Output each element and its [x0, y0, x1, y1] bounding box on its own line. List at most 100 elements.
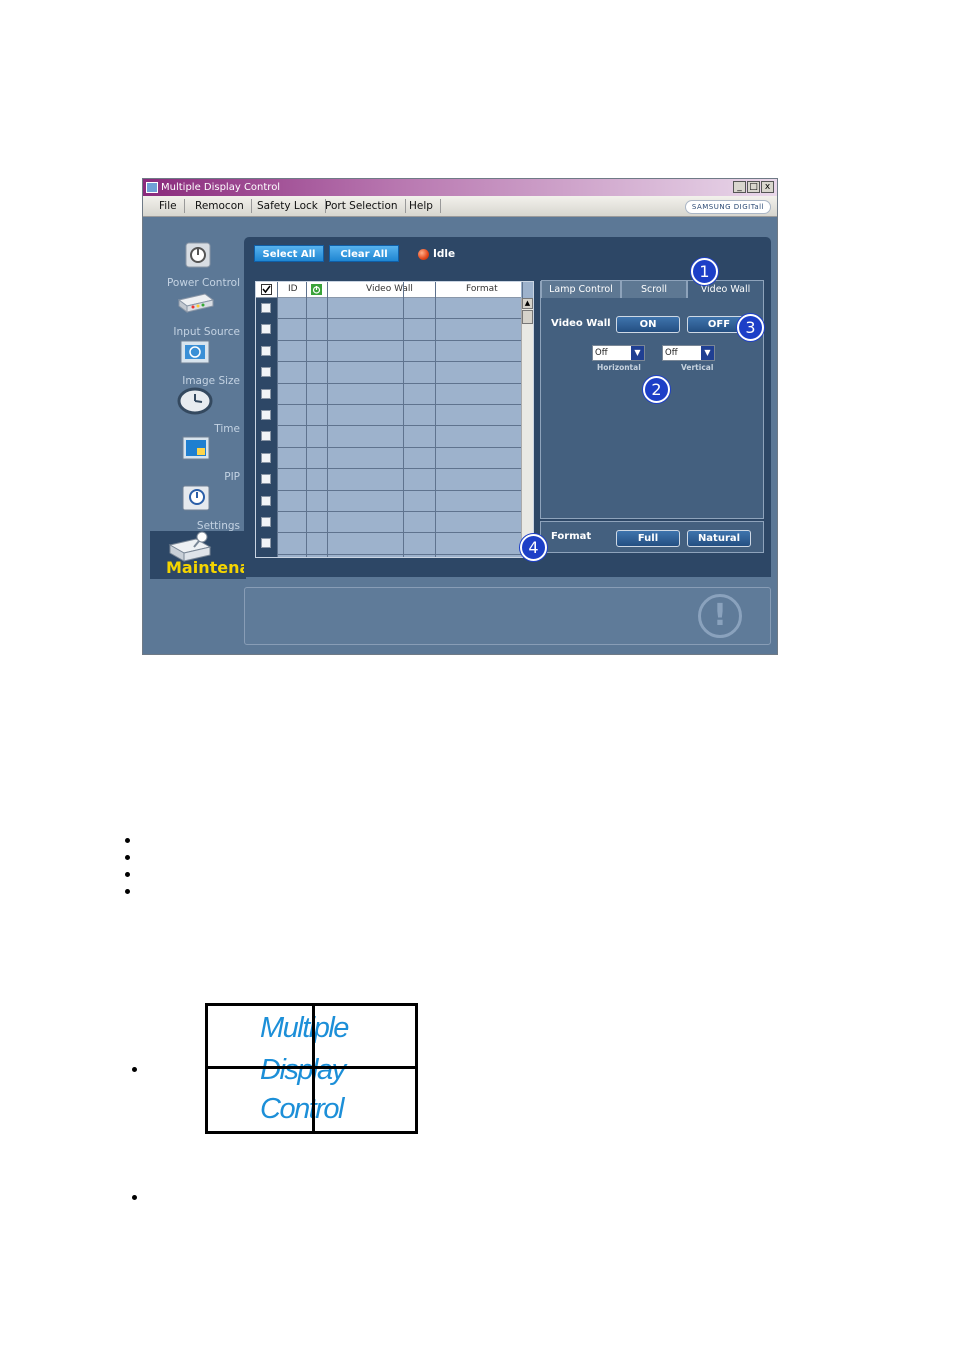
close-icon[interactable]: x — [761, 181, 774, 193]
row-checkbox[interactable] — [261, 388, 271, 399]
wall-text-line-2: Display — [260, 1054, 346, 1086]
table-row[interactable] — [256, 319, 521, 341]
column-header-format[interactable]: Format — [466, 284, 498, 294]
menu-port-selection[interactable]: Port Selection — [317, 199, 406, 213]
sidebar-item-time[interactable]: Time — [151, 387, 246, 437]
menu-safety-lock[interactable]: Safety Lock — [249, 199, 326, 213]
sidebar-item-maintenance[interactable]: Maintenance — [150, 531, 282, 579]
select-all-button[interactable]: Select All — [254, 245, 324, 262]
callout-4: 4 — [520, 534, 547, 561]
settings-icon — [182, 485, 210, 511]
table-row[interactable] — [256, 362, 521, 384]
horizontal-select[interactable]: Off ▼ — [592, 345, 645, 361]
table-row[interactable] — [256, 469, 521, 491]
table-scrollbar[interactable]: ▲ — [521, 298, 533, 557]
horizontal-label: Horizontal — [597, 363, 641, 372]
chevron-down-icon[interactable]: ▼ — [701, 346, 714, 360]
table-row[interactable] — [256, 384, 521, 405]
sidebar-item-label: Input Source — [173, 326, 240, 338]
table-row[interactable] — [256, 426, 521, 448]
maximize-icon[interactable]: □ — [747, 181, 760, 193]
sidebar-item-settings[interactable]: Settings — [151, 484, 246, 534]
sidebar-item-label: Time — [214, 423, 240, 435]
table-row[interactable] — [256, 298, 521, 320]
bullet-dot — [132, 1195, 137, 1200]
table-row[interactable] — [256, 448, 521, 470]
minimize-icon[interactable]: _ — [733, 181, 746, 193]
row-checkbox[interactable] — [261, 324, 271, 335]
row-checkbox[interactable] — [261, 452, 271, 463]
status-area: ! — [244, 587, 771, 645]
power-status-icon — [311, 284, 322, 295]
row-checkbox[interactable] — [261, 367, 271, 378]
status-led-icon — [418, 249, 429, 260]
info-exclamation-icon: ! — [698, 594, 742, 638]
tab-lamp-control[interactable]: Lamp Control — [541, 280, 621, 298]
clear-all-button[interactable]: Clear All — [329, 245, 399, 262]
clock-icon — [177, 387, 213, 415]
row-checkbox[interactable] — [261, 410, 271, 420]
app-icon — [146, 182, 158, 193]
samsung-logo: SAMSUNG DIGITall — [684, 200, 771, 214]
menu-help[interactable]: Help — [401, 199, 441, 213]
table-row[interactable] — [256, 533, 521, 555]
vertical-select[interactable]: Off ▼ — [662, 345, 715, 361]
wall-text-line-3: Control — [260, 1093, 345, 1125]
sidebar-item-power-control[interactable]: Power Control — [151, 241, 246, 291]
format-label: Format — [551, 531, 592, 542]
power-control-icon — [185, 242, 211, 268]
wall-text-line-1: Multiple — [260, 1012, 349, 1044]
image-size-icon — [180, 340, 210, 364]
scroll-thumb[interactable] — [522, 310, 533, 324]
video-wall-on-button[interactable]: ON — [616, 316, 680, 333]
row-checkbox[interactable] — [261, 495, 271, 506]
device-table: ID Video Wall Format ▲ — [255, 281, 534, 558]
tab-scroll[interactable]: Scroll — [621, 280, 687, 298]
callout-1: 1 — [691, 258, 718, 285]
row-checkbox[interactable] — [261, 345, 271, 356]
chevron-down-icon[interactable]: ▼ — [631, 346, 644, 360]
format-full-button[interactable]: Full — [616, 530, 680, 547]
callout-2: 2 — [643, 376, 670, 403]
window-title: Multiple Display Control — [161, 182, 281, 193]
menu-bar: File Remocon Safety Lock Port Selection … — [143, 196, 777, 217]
row-checkbox[interactable] — [261, 474, 271, 485]
table-header: ID Video Wall Format — [256, 282, 521, 298]
sidebar-item-label: Image Size — [182, 375, 240, 387]
vertical-select-value: Off — [665, 348, 678, 358]
title-bar: Multiple Display Control _ □ x — [143, 179, 777, 196]
video-wall-label: Video Wall — [551, 318, 611, 329]
vertical-label: Vertical — [681, 363, 714, 372]
sidebar-item-input-source[interactable]: Input Source — [151, 290, 246, 340]
bullet-dot — [125, 855, 130, 860]
row-checkbox[interactable] — [261, 538, 271, 549]
table-row[interactable] — [256, 341, 521, 363]
pip-icon — [182, 436, 210, 460]
main-panel: Select All Clear All Idle ID Video Wall … — [244, 237, 771, 577]
menu-remocon[interactable]: Remocon — [187, 199, 252, 213]
sidebar-item-image-size[interactable]: Image Size — [151, 339, 246, 389]
sidebar-item-label: PIP — [224, 471, 240, 483]
select-all-checkbox-icon[interactable] — [261, 284, 272, 295]
format-natural-button[interactable]: Natural — [687, 530, 751, 547]
window-controls: _ □ x — [733, 181, 774, 193]
table-row[interactable] — [256, 512, 521, 534]
mdc-window: Multiple Display Control _ □ x File Remo… — [142, 178, 778, 655]
sidebar-item-pip[interactable]: PIP — [151, 435, 246, 485]
scroll-up-icon[interactable]: ▲ — [522, 298, 533, 309]
row-checkbox[interactable] — [261, 303, 271, 313]
format-panel: Format Full Natural — [540, 521, 764, 553]
row-checkbox[interactable] — [261, 517, 271, 527]
bullet-dot — [125, 838, 130, 843]
column-header-video-wall[interactable]: Video Wall — [366, 284, 413, 294]
bullet-dot — [125, 889, 130, 894]
row-checkbox[interactable] — [261, 431, 271, 442]
table-row[interactable] — [256, 405, 521, 427]
input-source-icon — [177, 293, 215, 313]
column-header-id[interactable]: ID — [288, 284, 298, 294]
table-row[interactable] — [256, 491, 521, 512]
bullet-dot — [132, 1067, 137, 1072]
horizontal-select-value: Off — [595, 348, 608, 358]
sidebar-item-label: Power Control — [166, 277, 240, 289]
menu-file[interactable]: File — [151, 199, 185, 213]
